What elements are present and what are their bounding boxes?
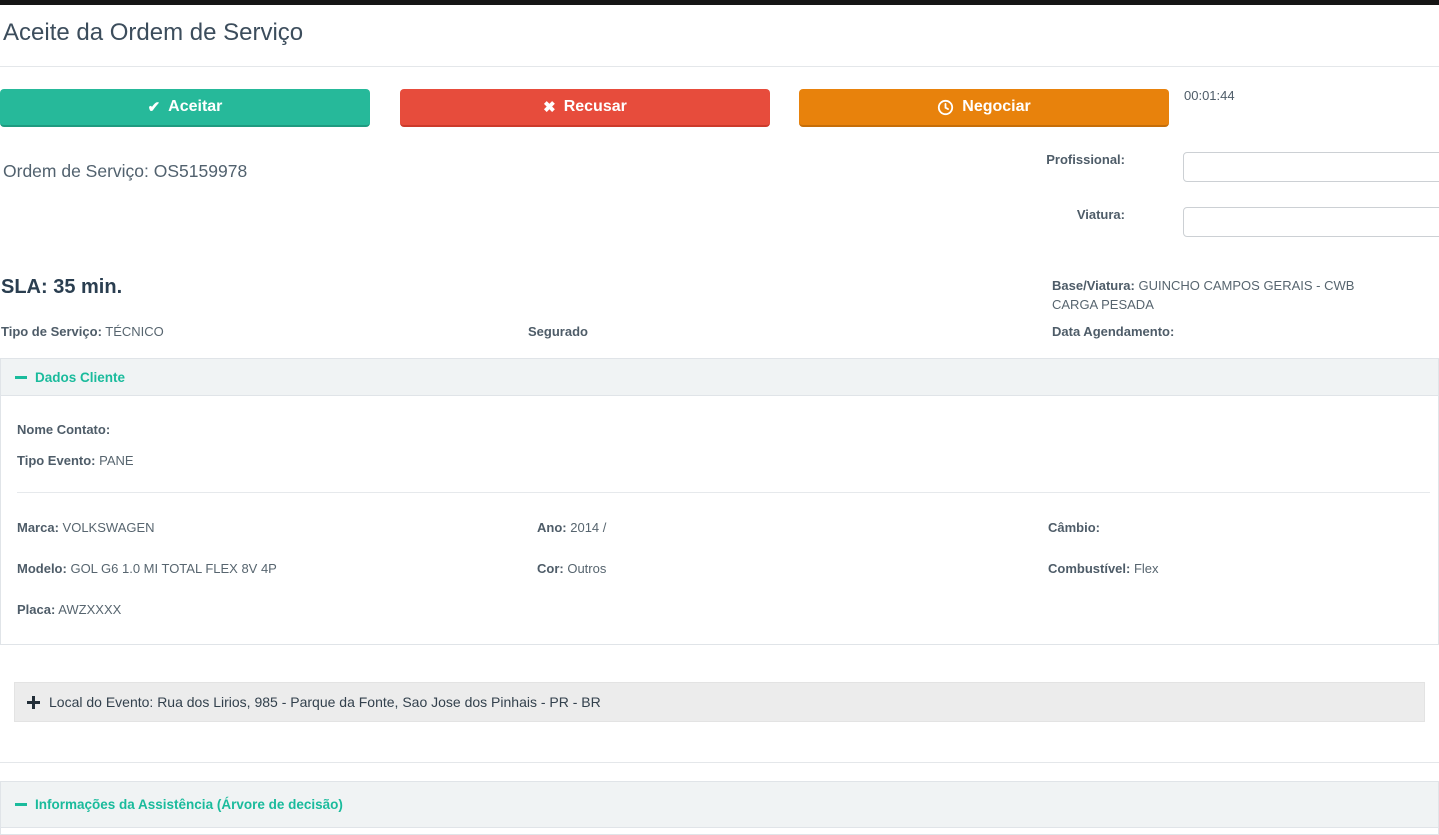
x-icon: ✖	[543, 99, 556, 116]
sla-text: SLA: 35 min.	[1, 276, 123, 298]
negotiate-button[interactable]: Negociar	[799, 89, 1169, 127]
tipo-evento-label: Tipo Evento:	[17, 453, 96, 468]
cor-label: Cor:	[537, 561, 564, 576]
section-divider	[0, 762, 1439, 763]
cor-value: Outros	[567, 561, 607, 576]
profissional-input[interactable]	[1183, 152, 1439, 182]
cambio-line: Câmbio:	[1048, 520, 1100, 535]
collapse-minus-icon	[15, 375, 27, 379]
assistencia-title: Informações da Assistência (Árvore de de…	[35, 797, 343, 812]
assistencia-header[interactable]: Informações da Assistência (Árvore de de…	[1, 782, 1438, 828]
order-number-label: Ordem de Serviço:	[3, 161, 149, 181]
collapse-minus-icon	[15, 803, 27, 806]
combustivel-line: Combustível: Flex	[1048, 561, 1159, 576]
ano-label: Ano:	[537, 520, 567, 535]
base-viatura-label: Base/Viatura:	[1052, 278, 1135, 293]
negotiate-button-label: Negociar	[962, 98, 1031, 115]
combustivel-value: Flex	[1133, 561, 1159, 576]
local-evento-value: Rua dos Lirios, 985 - Parque da Fonte, S…	[157, 694, 601, 710]
dados-cliente-panel: Dados Cliente Nome Contato: Tipo Evento:…	[0, 358, 1439, 645]
local-evento-label: Local do Evento:	[49, 694, 154, 710]
combustivel-label: Combustível:	[1048, 561, 1131, 576]
client-vehicle-divider	[17, 492, 1430, 493]
tipo-evento-value: PANE	[99, 453, 134, 468]
viatura-label: Viatura:	[1076, 207, 1125, 222]
dados-cliente-header[interactable]: Dados Cliente	[1, 359, 1438, 396]
cambio-label: Câmbio:	[1048, 520, 1100, 535]
ano-line: Ano: 2014 /	[537, 520, 606, 535]
assistencia-panel: Informações da Assistência (Árvore de de…	[0, 781, 1439, 835]
refuse-button-label: Recusar	[563, 98, 627, 115]
ano-value: 2014 /	[570, 520, 607, 535]
tipo-servico-line: Tipo de Serviço: TÉCNICO	[1, 324, 164, 339]
placa-value: AWZXXXX	[58, 602, 122, 617]
countdown-timer: 00:01:44	[1184, 88, 1235, 103]
title-divider	[0, 66, 1439, 67]
placa-label: Placa:	[17, 602, 56, 617]
profissional-label: Profissional:	[1046, 152, 1125, 167]
expand-plus-icon	[27, 695, 40, 709]
refuse-button[interactable]: ✖ Recusar	[400, 89, 770, 127]
segurado-label: Segurado	[528, 324, 588, 339]
data-agendamento-label: Data Agendamento:	[1052, 324, 1175, 339]
nome-contato-label: Nome Contato:	[17, 422, 111, 437]
tipo-servico-value: TÉCNICO	[105, 324, 164, 339]
accept-button[interactable]: ✔ Aceitar	[0, 89, 370, 127]
tipo-evento-line: Tipo Evento: PANE	[17, 453, 134, 468]
clock-icon	[937, 99, 954, 116]
service-order-accept-page: Aceite da Ordem de Serviço ✔ Aceitar ✖ R…	[0, 0, 1439, 835]
placa-line: Placa: AWZXXXX	[17, 602, 121, 617]
modelo-label: Modelo:	[17, 561, 67, 576]
viatura-input[interactable]	[1183, 207, 1439, 237]
order-number-line: Ordem de Serviço: OS5159978	[3, 161, 247, 182]
check-icon: ✔	[147, 99, 161, 116]
base-viatura-line: Base/Viatura: GUINCHO CAMPOS GERAIS - CW…	[1052, 276, 1388, 314]
marca-value: VOLKSWAGEN	[62, 520, 155, 535]
top-border-bar	[0, 0, 1439, 5]
marca-line: Marca: VOLKSWAGEN	[17, 520, 155, 535]
dados-cliente-title: Dados Cliente	[35, 369, 126, 385]
modelo-line: Modelo: GOL G6 1.0 MI TOTAL FLEX 8V 4P	[17, 561, 277, 576]
order-number-value: OS5159978	[153, 161, 248, 181]
local-evento-collapsible[interactable]: Local do Evento: Rua dos Lirios, 985 - P…	[14, 682, 1425, 722]
page-title: Aceite da Ordem de Serviço	[3, 19, 304, 46]
cor-line: Cor: Outros	[537, 561, 606, 576]
tipo-servico-label: Tipo de Serviço:	[1, 324, 102, 339]
accept-button-label: Aceitar	[168, 98, 223, 115]
data-agendamento-line: Data Agendamento:	[1052, 324, 1174, 339]
modelo-value: GOL G6 1.0 MI TOTAL FLEX 8V 4P	[70, 561, 277, 576]
marca-label: Marca:	[17, 520, 59, 535]
local-evento-text: Local do Evento: Rua dos Lirios, 985 - P…	[49, 694, 601, 710]
nome-contato-line: Nome Contato:	[17, 422, 110, 437]
